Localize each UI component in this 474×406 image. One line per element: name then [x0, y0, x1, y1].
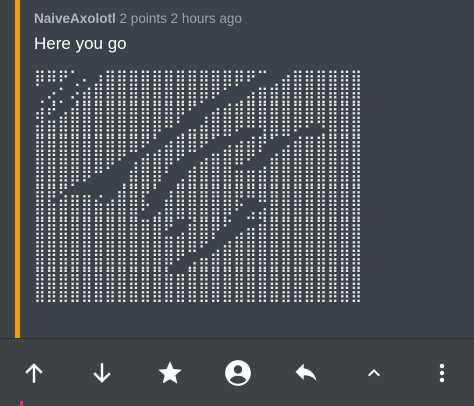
reply-button[interactable] — [284, 351, 328, 395]
comment-meta: NaiveAxolotl 2 points 2 hours ago — [34, 11, 242, 26]
chevron-up-icon — [368, 368, 380, 376]
collapse-button[interactable] — [352, 351, 396, 395]
save-button[interactable] — [148, 351, 192, 395]
more-options-button[interactable] — [420, 351, 464, 395]
more-vertical-icon — [439, 363, 445, 382]
comment-ascii-art: ⡿⠿⠟⢁⠄⣰⣿⣿⣿⣿⣿⣿⣿⣿⣿⣿⣿⡿⠟⠉⢀⣴⣿⣿⣿⣿⣿⣿ ⢀⢔⡁⢔⣾⣿⣿⣿⣿⣿⣿… — [34, 68, 363, 303]
comment-depth-bar — [15, 0, 20, 338]
comment-age: 2 hours ago — [170, 11, 242, 26]
reply-icon — [295, 363, 317, 381]
arrow-down-icon — [93, 362, 111, 383]
upvote-button[interactable] — [12, 351, 56, 395]
profile-button[interactable] — [216, 351, 260, 395]
star-icon — [158, 360, 182, 383]
account-circle-icon — [225, 359, 251, 386]
comment-card[interactable]: NaiveAxolotl 2 points 2 hours ago Here y… — [0, 0, 474, 338]
comment-view: NaiveAxolotl 2 points 2 hours ago Here y… — [0, 0, 474, 406]
arrow-up-icon — [25, 362, 43, 383]
comment-action-toolbar — [0, 338, 474, 406]
downvote-button[interactable] — [80, 351, 124, 395]
comment-author[interactable]: NaiveAxolotl — [34, 11, 116, 26]
nav-indicator — [20, 401, 23, 406]
comment-points: 2 points — [119, 11, 167, 26]
comment-body: Here you go — [34, 34, 127, 53]
